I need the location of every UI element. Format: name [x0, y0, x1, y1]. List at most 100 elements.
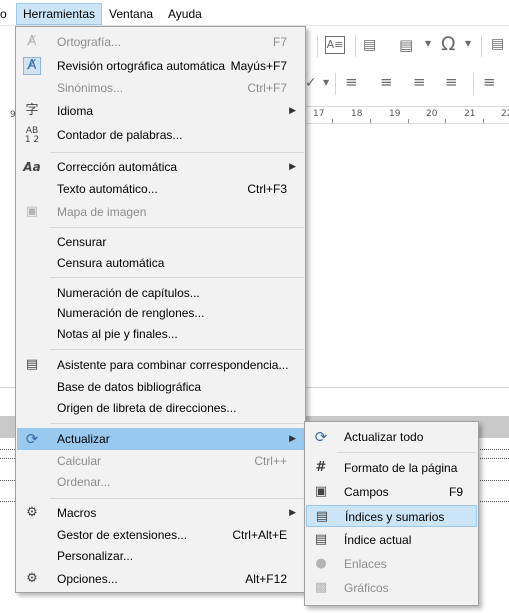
line-spacing-icon[interactable]: ≡ [483, 73, 496, 91]
menu-item-label: Revisión ortográfica automática [57, 59, 226, 73]
menu-separator [337, 452, 476, 453]
charts-icon: ▩ [314, 580, 328, 595]
text-box-icon[interactable]: A≡ [325, 36, 345, 54]
menubar-item-ayuda[interactable]: Ayuda [162, 3, 208, 25]
submenu-item-enlaces[interactable]: ● Enlaces [306, 553, 477, 575]
ruler-label: 20 [426, 109, 438, 119]
menu-item-ordenar[interactable]: Ordenar... [17, 471, 304, 493]
menubar-item-ventana[interactable]: Ventana [103, 3, 159, 25]
submenu-item-formato-pagina[interactable]: # Formato de la página [306, 457, 477, 479]
menu-item-correccion[interactable]: Aa Corrección automática ▶ [17, 156, 304, 178]
menu-item-label: Gráficos [344, 581, 389, 595]
menu-item-label: Índices y sumarios [345, 510, 445, 524]
menu-item-label: Censura automática [57, 256, 165, 270]
menu-item-shortcut: F9 [448, 485, 463, 499]
menu-item-notas-pie[interactable]: Notas al pie y finales... [17, 323, 304, 345]
menu-item-label: Numeración de capítulos... [57, 286, 200, 300]
submenu-arrow-icon: ▶ [289, 162, 296, 172]
menu-item-origen-libreta[interactable]: Origen de libreta de direcciones... [17, 397, 304, 419]
ruler-tick [332, 119, 333, 123]
autocorrect-icon: Aa [23, 160, 41, 174]
menu-bar: o Herramientas Ventana Ayuda [0, 0, 509, 26]
menu-separator [50, 152, 304, 153]
menu-item-mapa-imagen[interactable]: ▣ Mapa de imagen [17, 201, 304, 223]
menu-item-label: Campos [344, 485, 389, 499]
menu-item-personalizar[interactable]: Personalizar... [17, 545, 304, 567]
current-index-icon: ▤ [314, 532, 328, 547]
chevron-down-icon[interactable]: ▼ [465, 39, 471, 48]
menu-item-numeracion-renglones[interactable]: Numeración de renglones... [17, 302, 304, 324]
submenu-item-actualizar-todo[interactable]: ⟳ Actualizar todo [306, 426, 477, 448]
auto-spellcheck-icon: A̸ [23, 57, 41, 75]
menu-item-idioma[interactable]: 字 Idioma ▶ [17, 100, 304, 122]
align-left-icon[interactable]: ≡ [345, 73, 358, 91]
menu-item-label: Formato de la página [344, 461, 458, 475]
omega-special-char-icon[interactable]: Ω [441, 33, 456, 55]
menu-item-base-datos-bibliografica[interactable]: Base de datos bibliográfica [17, 376, 304, 398]
menu-item-gestor-extensiones[interactable]: Gestor de extensiones... Ctrl+Alt+E [17, 524, 304, 546]
horizontal-ruler[interactable]: 17 18 19 20 21 22 [305, 106, 509, 124]
ruler-label: 18 [351, 109, 363, 119]
menu-item-label: Actualizar todo [344, 430, 424, 444]
chevron-down-icon[interactable]: ▼ [425, 39, 431, 48]
menubar-item-partial[interactable]: o [0, 3, 13, 25]
style-icon[interactable]: ✓ [305, 75, 317, 91]
submenu-item-indices-sumarios[interactable]: ▤ Índices y sumarios [306, 505, 477, 527]
update-submenu: ⟳ Actualizar todo # Formato de la página… [304, 421, 479, 606]
menu-separator [50, 277, 304, 278]
justify-icon[interactable]: ≡ [445, 73, 458, 91]
toolbar-separator [335, 73, 336, 95]
menu-separator [50, 227, 304, 228]
comment-icon[interactable]: ▤ [491, 36, 504, 52]
menu-item-label: Calcular [57, 454, 102, 468]
toolbar-separator [317, 35, 318, 57]
menu-item-censurar[interactable]: Censurar [17, 231, 304, 253]
update-icon: ⟳ [25, 430, 39, 448]
menubar-item-herramientas[interactable]: Herramientas [16, 3, 103, 25]
ruler-label: 17 [313, 109, 325, 119]
ruler-tick [370, 119, 371, 123]
menu-item-label: Gestor de extensiones... [57, 528, 188, 542]
ruler-tick [408, 119, 409, 123]
language-icon: 字 [25, 103, 39, 118]
fields-icon: ▣ [314, 484, 328, 499]
align-right-icon[interactable]: ≡ [413, 73, 426, 91]
update-all-icon: ⟳ [314, 428, 328, 446]
submenu-item-graficos[interactable]: ▩ Gráficos [306, 577, 477, 599]
menu-separator [50, 423, 304, 424]
menu-item-calcular[interactable]: Calcular Ctrl++ [17, 450, 304, 472]
menu-item-label: Numeración de renglones... [57, 306, 205, 320]
chevron-down-icon[interactable]: ▼ [323, 78, 329, 87]
menu-item-actualizar[interactable]: ⟳ Actualizar ▶ [17, 428, 304, 450]
menu-item-numeracion-capitulos[interactable]: Numeración de capítulos... [17, 282, 304, 304]
menu-item-label: Censurar [57, 235, 107, 249]
submenu-arrow-icon: ▶ [289, 508, 296, 518]
menu-item-asistente-combinar[interactable]: ▤ Asistente para combinar correspondenci… [17, 354, 304, 376]
menu-item-label: Personalizar... [57, 549, 134, 563]
menu-item-shortcut: Ctrl+Alt+E [232, 528, 287, 542]
menu-item-revision-automatica[interactable]: A̸ Revisión ortográfica automática Mayús… [17, 55, 304, 77]
page-icon[interactable]: ▤ [399, 36, 413, 54]
table-icon[interactable]: ▤ [363, 37, 376, 53]
menu-item-macros[interactable]: ⚙ Macros ▶ [17, 502, 304, 524]
toolbar-separator [355, 35, 356, 57]
submenu-item-indice-actual[interactable]: ▤ Índice actual [306, 529, 477, 551]
menu-item-censura-automatica[interactable]: Censura automática [17, 252, 304, 274]
submenu-item-campos[interactable]: ▣ Campos F9 [306, 481, 477, 503]
ruler-label: 21 [464, 109, 476, 119]
menu-item-contador[interactable]: AB 1 2 Contador de palabras... [17, 124, 304, 146]
menu-item-shortcut: Ctrl+F3 [247, 182, 287, 196]
indexes-icon: ▤ [315, 509, 329, 524]
menu-item-texto-automatico[interactable]: Texto automático... Ctrl+F3 [17, 178, 304, 200]
links-globe-icon: ● [315, 556, 327, 571]
menu-item-label: Contador de palabras... [57, 128, 183, 142]
menu-item-ortografia[interactable]: A̸ Ortografía... F7 [17, 31, 304, 53]
macros-icon: ⚙ [26, 505, 38, 520]
menu-item-label: Sinónimos... [57, 81, 124, 95]
menu-item-label: Texto automático... [57, 182, 158, 196]
menu-item-opciones[interactable]: ⚙ Opciones... Alt+F12 [17, 568, 304, 590]
menu-item-sinonimos[interactable]: Sinónimos... Ctrl+F7 [17, 77, 304, 99]
menu-item-label: Índice actual [344, 533, 412, 547]
ruler-label: 19 [389, 109, 401, 119]
align-center-icon[interactable]: ≡ [380, 73, 393, 91]
